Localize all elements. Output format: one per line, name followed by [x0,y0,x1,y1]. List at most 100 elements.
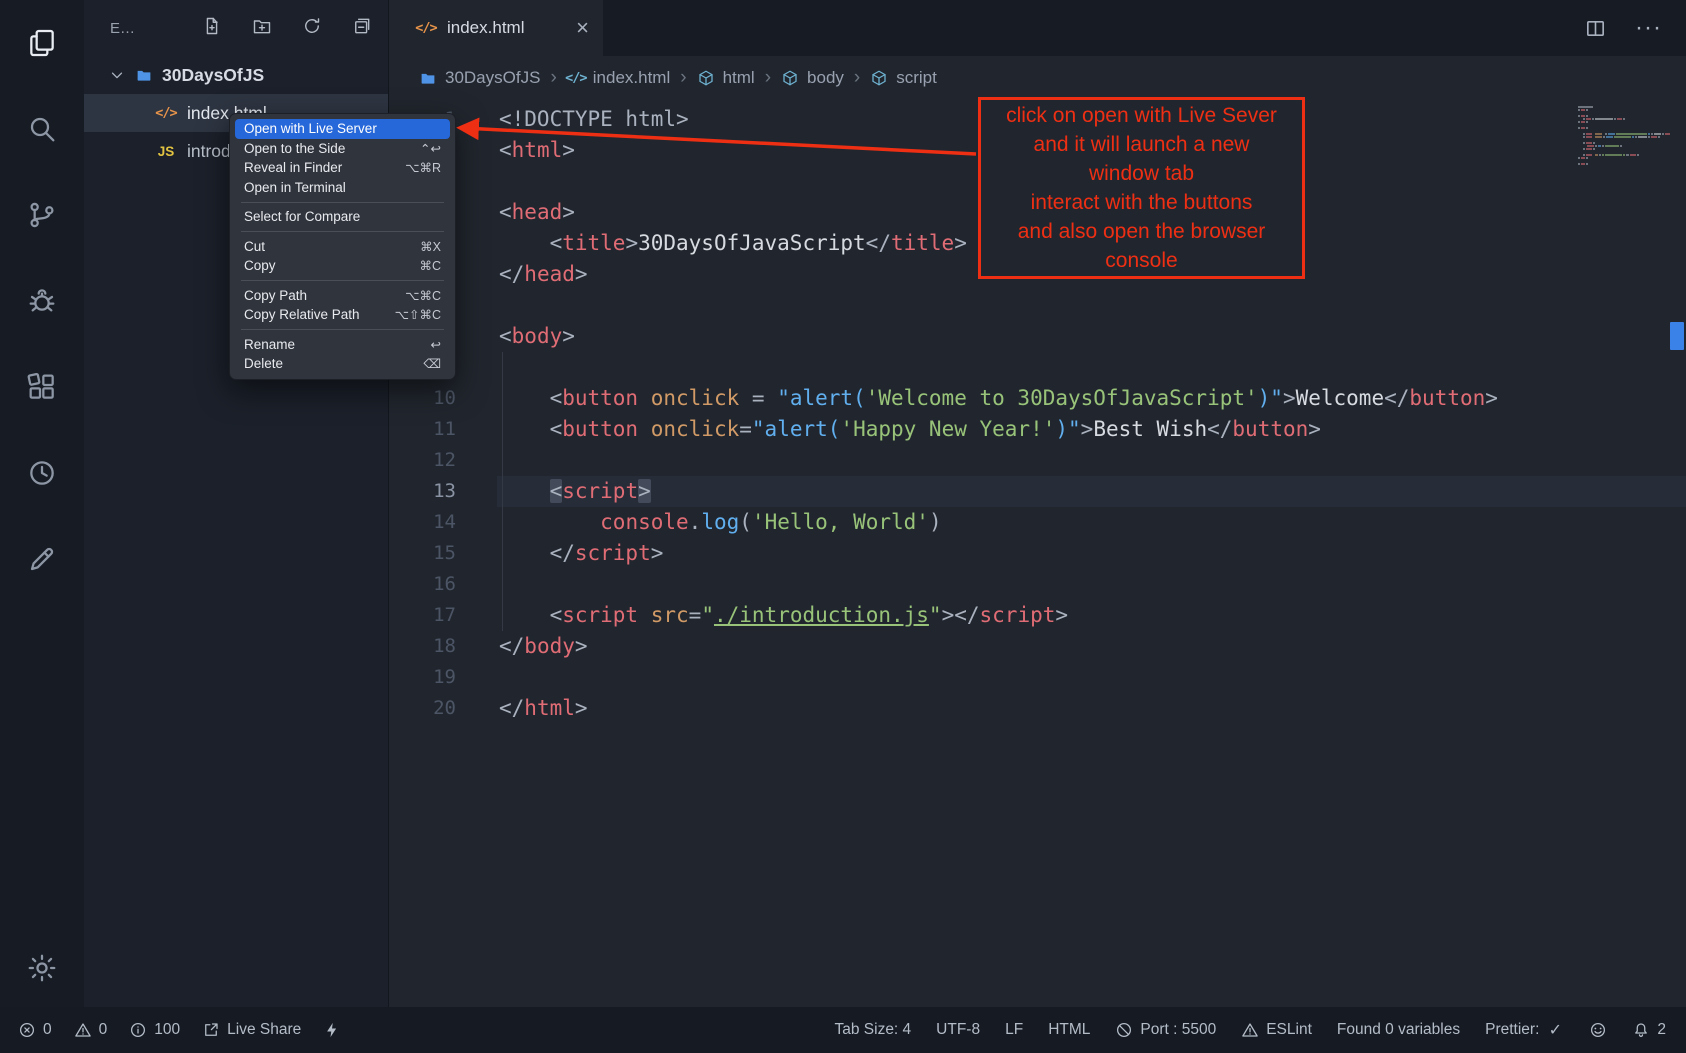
code-line-8[interactable]: 8<body> [389,321,1686,352]
code-token: 'Welcome to 30DaysOfJavaScript' [866,386,1258,410]
code-token: button [1232,417,1308,441]
vscode-window: E… 30DaysOfJS </>index.htmlJSintroductio… [0,0,1686,1053]
activity-search[interactable] [0,86,84,172]
code-line-19[interactable]: 19 [389,662,1686,693]
status-warnings[interactable]: 0 [74,1021,108,1039]
symbol-cube-icon [781,69,799,87]
breadcrumb-label: script [896,68,937,88]
code-line-9[interactable]: 9 [389,352,1686,383]
activity-extensions[interactable] [0,344,84,430]
menu-item-select-for-compare[interactable]: Select for Compare [235,207,450,227]
breadcrumb-script[interactable]: script [870,68,937,88]
code-line-12[interactable]: 12 [389,445,1686,476]
collapse-all-icon [352,16,372,36]
refresh-explorer-button[interactable] [302,16,322,40]
code-token: > [575,262,588,286]
menu-item-copy-path[interactable]: Copy Path⌥⌘C [235,286,450,306]
menu-item-copy-relative-path[interactable]: Copy Relative Path⌥⇧⌘C [235,305,450,325]
status-label: 100 [154,1021,180,1039]
status-variables[interactable]: Found 0 variables [1337,1021,1460,1039]
tree-root-30daysofjs[interactable]: 30DaysOfJS [84,56,388,94]
breadcrumb-30daysofjs[interactable]: 30DaysOfJS [419,68,540,88]
annotation-text: click on open with Live Sever and it wil… [1006,101,1277,275]
code-line-7[interactable]: 7 [389,290,1686,321]
menu-item-cut[interactable]: Cut⌘X [235,237,450,257]
menu-item-open-with-live-server[interactable]: Open with Live Server [235,119,450,139]
status-encoding[interactable]: UTF-8 [936,1021,980,1039]
code-token: script [575,541,651,565]
status-prettier[interactable]: Prettier:✓ [1485,1021,1564,1039]
more-actions-icon[interactable]: ··· [1637,17,1660,40]
activity-bar-top [0,0,84,602]
new-folder-button[interactable] [252,16,272,40]
minimap[interactable] [1578,106,1670,166]
status-eol[interactable]: LF [1005,1021,1023,1039]
status-label: Port : 5500 [1140,1021,1216,1039]
activity-settings[interactable] [0,929,84,1007]
status-tab-size[interactable]: Tab Size: 4 [834,1021,911,1039]
tab-index-html[interactable]: </> index.html × [389,0,603,56]
code-line-15[interactable]: 15 </script> [389,538,1686,569]
code-line-17[interactable]: 17 <script src="./introduction.js"></scr… [389,600,1686,631]
status-language-mode[interactable]: HTML [1048,1021,1090,1039]
code-token: > [562,324,575,348]
menu-item-label: Select for Compare [244,209,360,224]
activity-bar-bottom [0,929,84,1007]
status-label: HTML [1048,1021,1090,1039]
code-token: body [512,324,563,348]
code-line-14[interactable]: 14 console.log('Hello, World') [389,507,1686,538]
menu-item-copy[interactable]: Copy⌘C [235,256,450,276]
code-text: console.log('Hello, World') [499,507,942,538]
code-text: <title>30DaysOfJavaScript</title> [499,228,967,259]
code-text: </body> [499,631,588,662]
status-eslint[interactable]: ESLint [1241,1021,1312,1039]
code-line-10[interactable]: 10 <button onclick = "alert('Welcome to … [389,383,1686,414]
code-line-16[interactable]: 16 [389,569,1686,600]
new-file-button[interactable] [202,16,222,40]
activity-timeline[interactable] [0,430,84,516]
status-label: ESLint [1266,1021,1312,1039]
line-number: 17 [389,600,456,631]
code-token: 'Hello, World' [752,510,929,534]
menu-item-shortcut: ↩ [431,337,441,352]
activity-explorer[interactable] [0,0,84,86]
breadcrumb-html[interactable]: html [697,68,755,88]
line-number: 20 [389,693,456,724]
indent-guide [502,352,503,631]
code-line-18[interactable]: 18</body> [389,631,1686,662]
menu-item-reveal-in-finder[interactable]: Reveal in Finder⌥⌘R [235,158,450,178]
code-line-11[interactable]: 11 <button onclick="alert('Happy New Yea… [389,414,1686,445]
menu-item-rename[interactable]: Rename↩ [235,335,450,355]
activity-edit-session[interactable] [0,516,84,602]
breadcrumb-index-html[interactable]: </>index.html [567,68,670,88]
menu-item-open-to-the-side[interactable]: Open to the Side⌃↩ [235,139,450,159]
close-tab-icon[interactable]: × [576,15,589,41]
status-quick-actions[interactable] [323,1021,341,1039]
code-token: . [689,510,702,534]
line-number: 11 [389,414,456,445]
status-notifications[interactable]: 2 [1632,1021,1666,1039]
status-info[interactable]: 100 [129,1021,180,1039]
breadcrumb-body[interactable]: body [781,68,844,88]
status-label: LF [1005,1021,1023,1039]
activity-source-control[interactable] [0,172,84,258]
split-editor-icon[interactable] [1584,17,1607,40]
collapse-folders-button[interactable] [352,16,372,40]
code-text: </head> [499,259,588,290]
menu-item-open-in-terminal[interactable]: Open in Terminal [235,178,450,198]
menu-item-shortcut: ⌥⌘C [405,288,441,303]
code-line-20[interactable]: 20</html> [389,693,1686,724]
status-label: Prettier: [1485,1021,1539,1039]
code-token: < [499,231,562,255]
explorer-header: E… [84,0,388,56]
status-live-share[interactable]: Live Share [202,1021,301,1039]
code-token: log [701,510,739,534]
status-errors[interactable]: 0 [18,1021,52,1039]
activity-run-debug[interactable] [0,258,84,344]
code-line-13[interactable]: 13 <script> [389,476,1686,507]
status-live-server-port[interactable]: Port : 5500 [1115,1021,1216,1039]
code-token: < [499,138,512,162]
status-feedback[interactable] [1589,1021,1607,1039]
minimap-line [1578,127,1670,129]
menu-item-delete[interactable]: Delete⌫ [235,354,450,374]
